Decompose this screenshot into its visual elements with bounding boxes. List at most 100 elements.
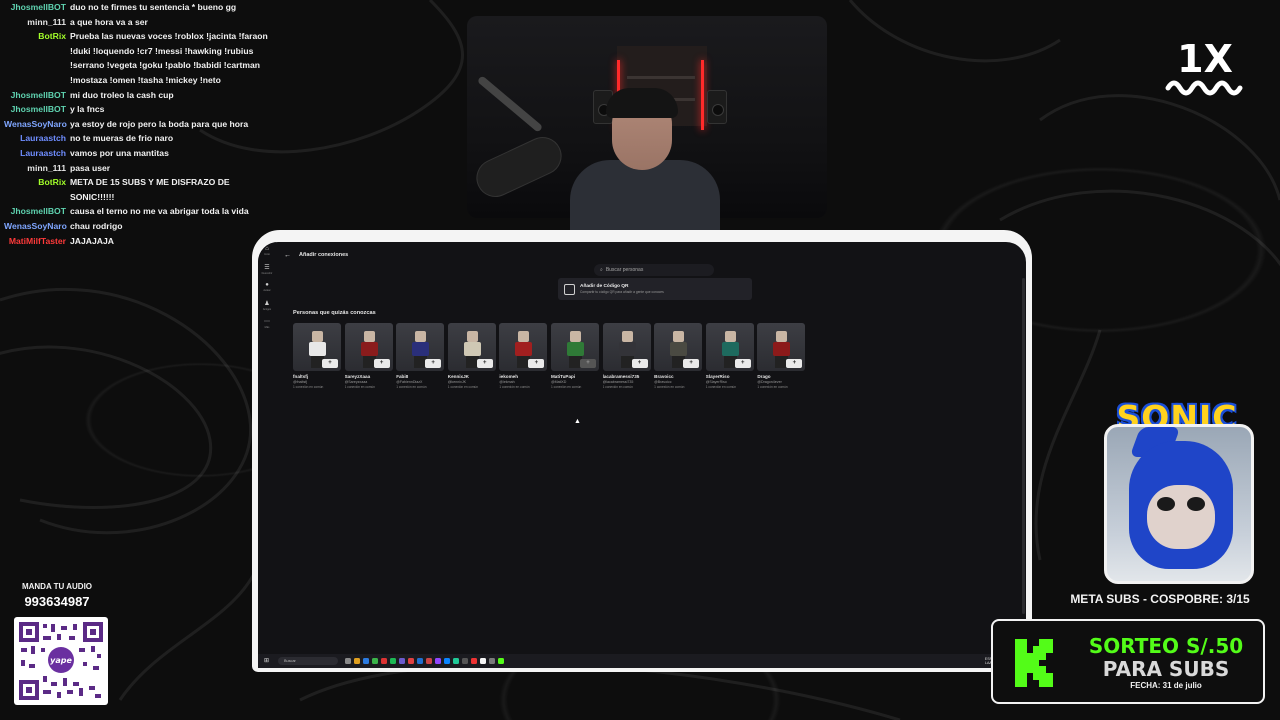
qr-card-title: Añadir de Código QR bbox=[580, 284, 629, 289]
chat-username[interactable]: JhosmellBOT bbox=[4, 204, 70, 219]
chat-username[interactable]: Lauraastch bbox=[4, 131, 70, 146]
sidebar-item[interactable]: ⋯ Más bbox=[258, 314, 276, 332]
person-name: SlayerRiso bbox=[705, 374, 730, 379]
add-friend-button[interactable]: + bbox=[322, 359, 338, 368]
chat-username[interactable]: minn_111 bbox=[4, 161, 70, 176]
scrollbar[interactable] bbox=[1022, 278, 1025, 614]
chat-message: JhosmellBOT causa el terno no me va abrig… bbox=[4, 204, 274, 219]
taskbar-app-icon[interactable] bbox=[498, 658, 504, 664]
windows-start-icon[interactable]: ⊞ bbox=[264, 658, 270, 664]
person-handle: @fnaltsfj bbox=[293, 380, 308, 384]
add-friend-button[interactable]: + bbox=[425, 359, 442, 368]
person-card[interactable]: + iekomeh @iekmah 1 conexión en común bbox=[499, 323, 548, 389]
avatar-torso bbox=[670, 342, 688, 356]
chat-username[interactable]: BotRix bbox=[4, 29, 70, 87]
person-card[interactable]: + Fabi8 @FabiennDiazX 1 conexión en común bbox=[396, 323, 445, 389]
avatar[interactable]: + bbox=[344, 323, 393, 371]
chat-username[interactable]: BotRix bbox=[4, 175, 70, 204]
sidebar-item-label: Más bbox=[264, 325, 270, 329]
chat-username[interactable]: WenasSoyNaro bbox=[4, 117, 70, 132]
yape-brand-text: yape bbox=[50, 656, 72, 665]
add-friend-button[interactable]: + bbox=[476, 359, 493, 368]
taskbar-app-icon[interactable] bbox=[471, 658, 477, 664]
person-card[interactable]: + Bravoicc @Bravoicc 1 conexión en común bbox=[654, 323, 703, 389]
chat-message: BotRix META DE 15 SUBS Y ME DISFRAZO DE S… bbox=[4, 175, 274, 204]
chat-username[interactable]: JhosmellBOT bbox=[4, 88, 70, 103]
logo-text: 1X bbox=[1177, 37, 1233, 81]
taskbar-app-icon[interactable] bbox=[408, 658, 414, 664]
person-card[interactable]: + SlayerRiso @SlayerRiso 1 conexión en comú… bbox=[705, 323, 754, 389]
giveaway-date: FECHA: 31 de julio bbox=[1130, 681, 1202, 690]
sidebar-item[interactable]: ♟ Amigos bbox=[258, 296, 276, 314]
add-friend-button[interactable]: + bbox=[734, 359, 751, 368]
windows-taskbar: ⊞ Buscar ESP LAA bbox=[258, 654, 1026, 668]
person-card[interactable]: + KennixJK @kennixJK 1 conexión en común bbox=[447, 323, 496, 389]
person-card[interactable]: + Drago @Dragon4ever 1 conexión en común bbox=[757, 323, 806, 389]
person-card[interactable]: + fnaltsfj @fnaltsfj 1 conexión en común bbox=[293, 323, 341, 389]
taskbar-app-icon[interactable] bbox=[453, 658, 459, 664]
avatar[interactable]: + bbox=[654, 323, 703, 371]
sidebar-item[interactable]: ● Avatar bbox=[258, 278, 276, 296]
avatar-torso bbox=[566, 342, 584, 356]
taskbar-app-icon[interactable] bbox=[489, 658, 495, 664]
chat-username[interactable]: JhosmellBOT bbox=[4, 0, 70, 15]
avatar[interactable]: + bbox=[705, 323, 754, 371]
sonic-face-paint bbox=[1147, 485, 1215, 549]
taskbar-app-icon[interactable] bbox=[354, 658, 360, 664]
phone-number: 993634987 bbox=[24, 594, 90, 609]
qr-card-subtitle: Compartir tu código QR para añadir a gen… bbox=[580, 290, 664, 294]
sidebar-item-icon: ☰ bbox=[264, 264, 270, 271]
taskbar-app-icon[interactable] bbox=[417, 658, 423, 664]
chat-message: Lauraastch no te mueras de frio naro bbox=[4, 131, 274, 146]
chat-username[interactable]: Lauraastch bbox=[4, 146, 70, 161]
person-handle: @Bravoicc bbox=[654, 380, 672, 384]
avatar[interactable]: + bbox=[293, 323, 341, 371]
chat-feed: JhosmellBOT duo no te firmes tu sentencia… bbox=[4, 0, 274, 248]
taskbar-app-icon[interactable] bbox=[435, 658, 441, 664]
taskbar-app-icon[interactable] bbox=[390, 658, 396, 664]
taskbar-app-icon[interactable] bbox=[381, 658, 387, 664]
taskbar-app-icon[interactable] bbox=[372, 658, 378, 664]
avatar[interactable]: + bbox=[602, 323, 651, 371]
chat-username[interactable]: MatiMilfTaster bbox=[4, 234, 70, 249]
add-friend-button[interactable]: + bbox=[683, 359, 700, 368]
avatar[interactable]: + bbox=[757, 323, 806, 371]
sidebar-item[interactable]: ☰ Descubrir bbox=[258, 260, 276, 278]
avatar[interactable]: + bbox=[396, 323, 445, 371]
chat-text: causa el terno no me va abrigar toda la … bbox=[70, 206, 249, 217]
taskbar-app-icon[interactable] bbox=[480, 658, 486, 664]
avatar[interactable]: + bbox=[447, 323, 496, 371]
add-friend-button[interactable]: + bbox=[579, 359, 596, 368]
person-name: Fabi8 bbox=[396, 374, 409, 379]
taskbar-app-icon[interactable] bbox=[399, 658, 405, 664]
avatar-torso bbox=[360, 342, 378, 356]
taskbar-app-icon[interactable] bbox=[426, 658, 432, 664]
add-friend-button[interactable]: + bbox=[631, 359, 648, 368]
chat-message: MatiMilfTaster JAJAJAJA bbox=[4, 234, 274, 249]
taskbar-app-icon[interactable] bbox=[444, 658, 450, 664]
search-icon: ⌕ bbox=[600, 267, 603, 273]
taskbar-search[interactable]: Buscar bbox=[278, 657, 338, 665]
person-card[interactable]: + SareyzXaaa @Sareyzxaaa 1 conexión en comú… bbox=[344, 323, 393, 389]
chat-username[interactable]: JhosmellBOT bbox=[4, 102, 70, 117]
add-from-qr-card[interactable]: Añadir de Código QR Compartir tu código … bbox=[558, 278, 752, 300]
taskbar-app-icon[interactable] bbox=[462, 658, 468, 664]
person-card[interactable]: + lacabramessi735 @lacabramessi735 1 conexi… bbox=[602, 323, 651, 389]
back-arrow-icon[interactable]: ← bbox=[284, 252, 291, 259]
taskbar-app-icon[interactable] bbox=[363, 658, 369, 664]
add-friend-button[interactable]: + bbox=[373, 359, 390, 368]
add-friend-button[interactable]: + bbox=[528, 359, 545, 368]
chat-text: no te mueras de frio naro bbox=[70, 133, 174, 144]
taskbar-app-icon[interactable] bbox=[345, 658, 351, 664]
avatar[interactable]: + bbox=[499, 323, 548, 371]
person-name: MatiTuPapi bbox=[550, 374, 576, 379]
giveaway-title: SORTEO S/.50 bbox=[1088, 634, 1244, 658]
avatar[interactable]: + bbox=[550, 323, 599, 371]
kick-logo-icon bbox=[1015, 639, 1053, 687]
search-people-input[interactable]: ⌕ Buscar personas bbox=[594, 264, 714, 276]
person-card[interactable]: + MatiTuPapi @MatiXD 1 conexión en común bbox=[550, 323, 599, 389]
chat-username[interactable]: minn_111 bbox=[4, 15, 70, 30]
chat-username[interactable]: WenasSoyNaro bbox=[4, 219, 70, 234]
add-friend-button[interactable]: + bbox=[786, 359, 803, 368]
sidebar-item[interactable]: ⌂ Inicio bbox=[258, 242, 276, 260]
